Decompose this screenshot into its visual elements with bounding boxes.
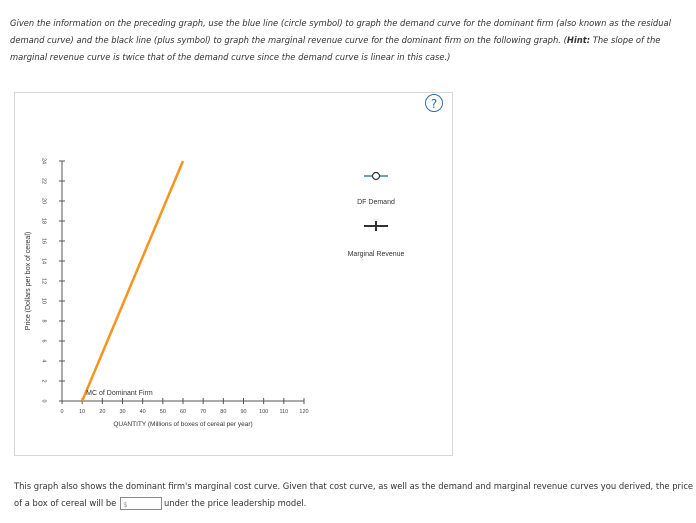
y-tick-label: 12 — [41, 278, 47, 284]
y-tick-label: 14 — [41, 258, 47, 264]
x-tick-label: 50 — [160, 409, 166, 415]
y-tick-label: 2 — [41, 379, 47, 382]
x-axis-label: QUANTITY (Millions of boxes of cereal pe… — [113, 421, 252, 428]
price-answer-input[interactable]: $ — [120, 497, 162, 510]
x-tick-label: 110 — [279, 409, 288, 415]
plot-layer: MC of Dominant Firm — [81, 160, 185, 402]
tool-label-df-demand: DF Demand — [357, 199, 395, 206]
y-tick-label: 4 — [41, 359, 47, 362]
x-tick-label: 70 — [200, 409, 206, 415]
x-tick-label: 120 — [299, 409, 308, 415]
x-tick-label: 20 — [99, 409, 105, 415]
y-tick-label: 22 — [41, 178, 47, 184]
y-tick-label: 18 — [41, 218, 47, 224]
circle-marker-icon — [371, 171, 381, 181]
answer-sentence: This graph also shows the dominant firm'… — [14, 481, 694, 510]
mc-curve-label: MC of Dominant Firm — [86, 390, 153, 397]
x-tick-label: 100 — [259, 409, 268, 415]
y-tick-label: 8 — [41, 319, 47, 322]
x-tick-label: 90 — [240, 409, 246, 415]
y-tick-label: 16 — [41, 238, 47, 244]
y-tick-label: 20 — [41, 198, 47, 204]
x-tick-label: 30 — [119, 409, 125, 415]
y-tick-label: 10 — [41, 298, 47, 304]
y-axis-label: Price (Dollars per box of cereal) — [25, 232, 32, 330]
graph-area[interactable]: 0246810121416182022240 10 20 30 40 50 60 70 80 90… — [0, 0, 696, 523]
x-tick-label: 40 — [140, 409, 146, 415]
tool-palette: DF Demand Marginal Revenue — [348, 171, 405, 258]
y-tick-label: 24 — [41, 158, 47, 164]
y-tick-label: 6 — [41, 339, 47, 342]
x-tick-label: 0 — [60, 409, 63, 415]
x-tick-label: 60 — [180, 409, 186, 415]
x-tick-label: 10 — [79, 409, 85, 415]
y-tick-label: 0 — [41, 399, 47, 402]
x-tick-label: 80 — [220, 409, 226, 415]
mc-curve — [81, 160, 185, 402]
tool-label-marginal-revenue: Marginal Revenue — [348, 251, 405, 258]
